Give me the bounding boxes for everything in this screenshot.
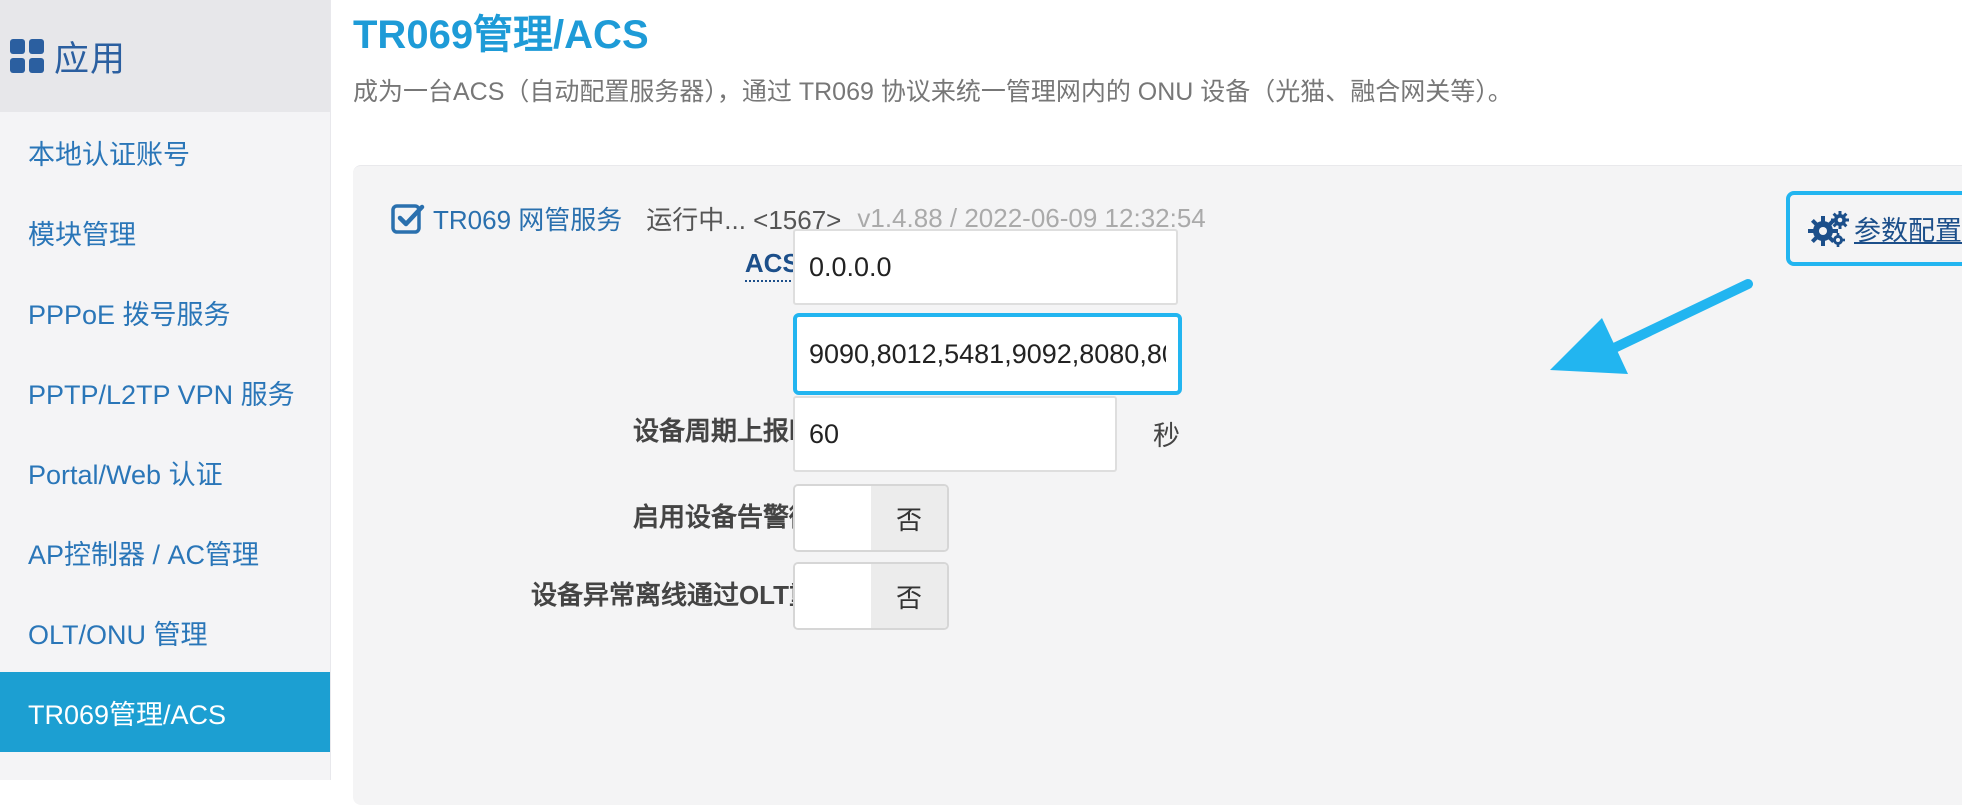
- sidebar-nav: 本地认证账号 模块管理 PPPoE 拨号服务 PPTP/L2TP VPN 服务 …: [0, 112, 330, 752]
- sidebar-item-tr069-acs[interactable]: TR069管理/ACS: [0, 672, 330, 752]
- toggle-knob: [795, 564, 871, 628]
- sidebar-item-portal-web-auth[interactable]: Portal/Web 认证: [0, 432, 330, 512]
- sidebar-item-module-management[interactable]: 模块管理: [0, 192, 330, 272]
- acs-address-input[interactable]: [793, 229, 1178, 305]
- wechat-alarm-toggle[interactable]: 否: [793, 484, 949, 552]
- gears-icon: [1808, 210, 1849, 247]
- page-description: 成为一台ACS（自动配置服务器），通过 TR069 协议来统一管理网内的 ONU…: [353, 78, 1513, 106]
- annotation-arrow-icon: [1550, 279, 1753, 374]
- sidebar-item-ap-controller[interactable]: AP控制器 / AC管理: [0, 512, 330, 592]
- page-title: TR069管理/ACS: [353, 13, 649, 57]
- sidebar-item-olt-onu[interactable]: OLT/ONU 管理: [0, 592, 330, 672]
- param-config-button[interactable]: 参数配置: [1786, 191, 1962, 266]
- report-interval-input[interactable]: [793, 396, 1117, 472]
- sidebar-item-local-auth-accounts[interactable]: 本地认证账号: [0, 112, 330, 192]
- report-interval-unit: 秒: [1153, 421, 1180, 451]
- toggle-state: 否: [871, 564, 947, 628]
- service-panel: TR069 网管服务 运行中... <1567> v1.4.88 / 2022-…: [353, 165, 1962, 805]
- sidebar-item-pppoe-service[interactable]: PPPoE 拨号服务: [0, 272, 330, 352]
- service-name: TR069 网管服务: [433, 205, 623, 235]
- sidebar-title: 应用: [54, 39, 127, 79]
- toggle-state: 否: [871, 486, 947, 550]
- main-content: TR069管理/ACS 成为一台ACS（自动配置服务器），通过 TR069 协议…: [331, 0, 1962, 805]
- olt-reboot-toggle[interactable]: 否: [793, 562, 949, 630]
- checkbox-checked-icon[interactable]: [391, 202, 425, 236]
- port-input[interactable]: [793, 313, 1182, 395]
- sidebar-header: 应用: [0, 0, 330, 112]
- sidebar-item-pptp-l2tp-vpn[interactable]: PPTP/L2TP VPN 服务: [0, 352, 330, 432]
- param-config-label: 参数配置: [1854, 216, 1962, 246]
- grid-apps-icon: [10, 39, 44, 73]
- sidebar: 应用 本地认证账号 模块管理 PPPoE 拨号服务 PPTP/L2TP VPN …: [0, 0, 331, 780]
- toggle-knob: [795, 486, 871, 550]
